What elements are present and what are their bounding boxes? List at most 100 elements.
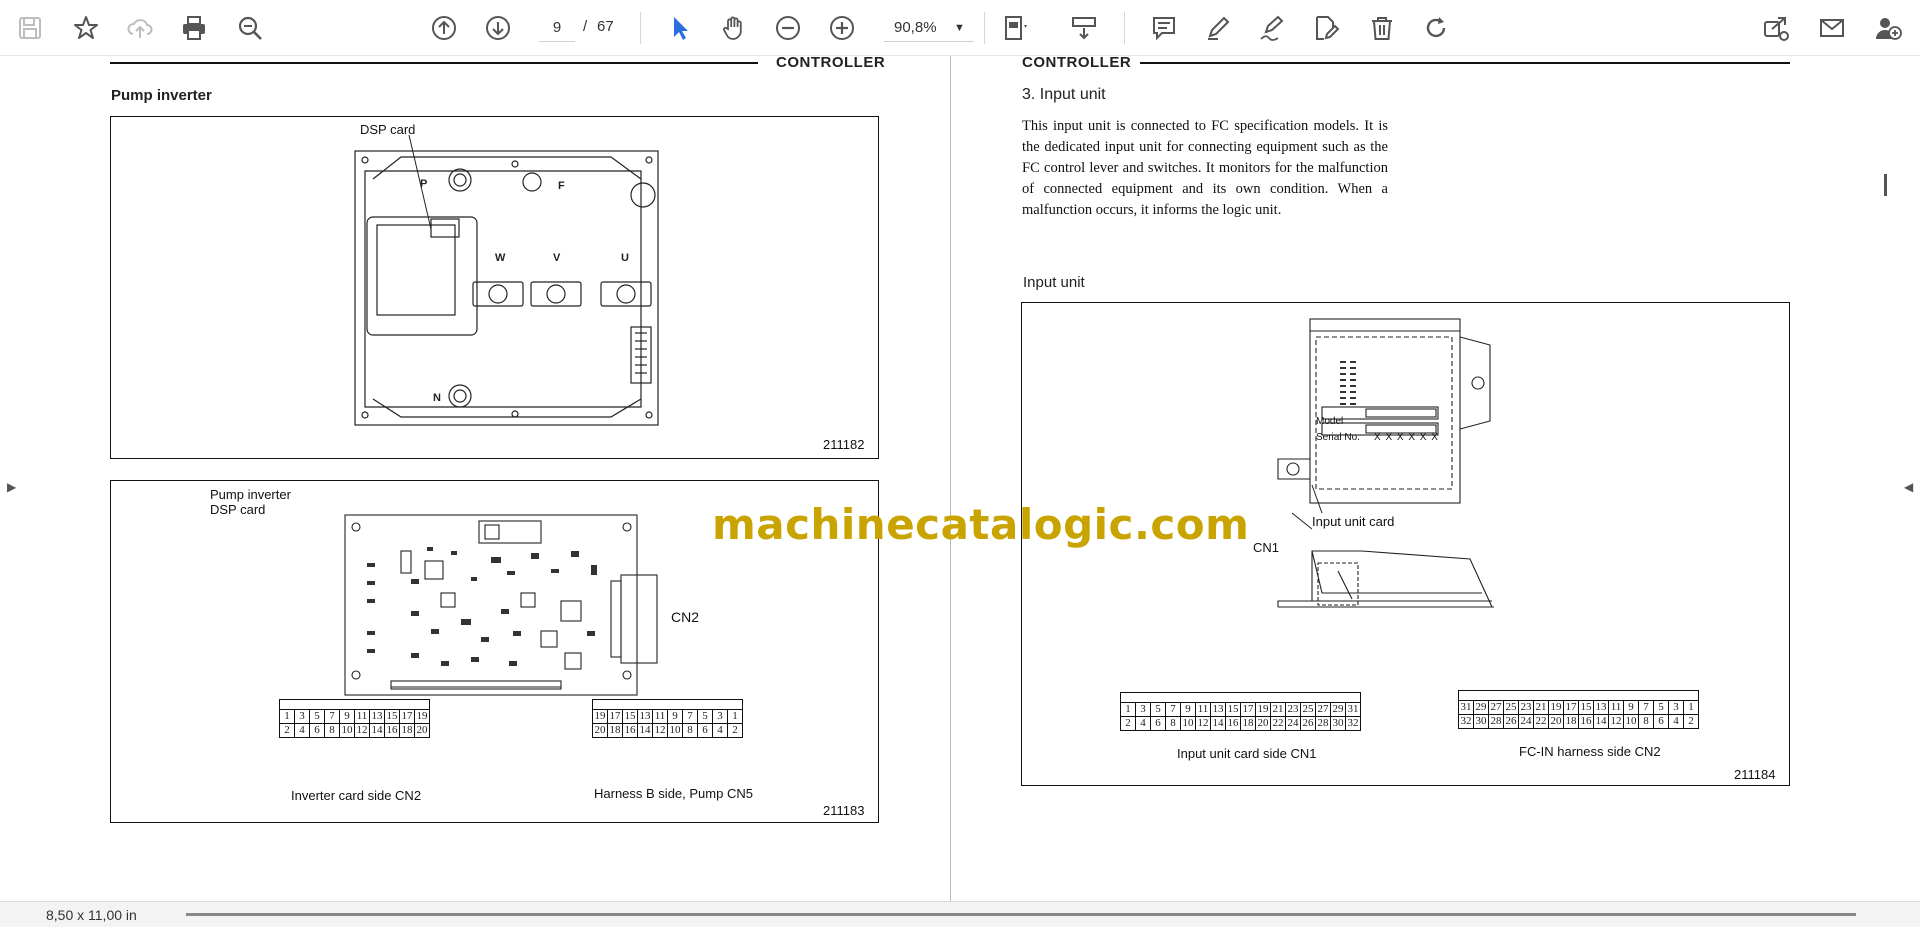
- pin-cell: 4: [712, 723, 728, 738]
- delete-icon[interactable]: [1364, 10, 1400, 46]
- save-icon[interactable]: [12, 10, 48, 46]
- pin-cell: 11: [1195, 702, 1211, 717]
- pin-cell: 23: [1285, 702, 1301, 717]
- pin-cell: 19: [592, 709, 608, 724]
- input-unit-cn1-pin-table: 1 3 5 7 9 11 13 15 17 19 21 23 25 27 29 31 2 4 6 8 10 12 14 16…: [1120, 692, 1361, 731]
- pin-cell: 19: [414, 709, 430, 724]
- pin-cell: 28: [1315, 716, 1331, 731]
- page-up-icon[interactable]: [426, 10, 462, 46]
- cloud-upload-icon[interactable]: [122, 10, 158, 46]
- pin-cell: 9: [667, 709, 683, 724]
- page-down-icon[interactable]: [480, 10, 516, 46]
- pin-cell: 5: [1653, 700, 1669, 715]
- drawing-letter-f: F: [558, 180, 565, 192]
- pin-cell: 18: [1563, 714, 1579, 729]
- pin-cell: 9: [339, 709, 355, 724]
- pin-cell: 14: [1210, 716, 1226, 731]
- pin-cell: 30: [1330, 716, 1346, 731]
- pin-cell: 8: [682, 723, 698, 738]
- drawing-letter-v: V: [553, 252, 561, 264]
- pin-cell: 3: [294, 709, 310, 724]
- pin-cell: 27: [1315, 702, 1331, 717]
- edit-pdf-icon[interactable]: [1308, 10, 1344, 46]
- pin-cell: 1: [1683, 700, 1699, 715]
- zoom-value: 90,8%: [894, 19, 937, 36]
- expand-left-icon[interactable]: ▶: [7, 480, 16, 494]
- zoom-out-search-icon[interactable]: [232, 10, 268, 46]
- pin-cell: 2: [1683, 714, 1699, 729]
- zoom-out-icon[interactable]: [770, 10, 806, 46]
- pin-cell: 4: [294, 723, 310, 738]
- page-divider: [950, 56, 951, 901]
- pin-cell: 12: [652, 723, 668, 738]
- toolbar-divider: [640, 12, 641, 44]
- page-number-input[interactable]: [539, 14, 575, 42]
- pin-cell: 7: [1165, 702, 1181, 717]
- pin-cell: 10: [339, 723, 355, 738]
- pin-cell: 28: [1488, 714, 1504, 729]
- star-icon[interactable]: [68, 10, 104, 46]
- pin-cell: 17: [1240, 702, 1256, 717]
- horizontal-scrollbar[interactable]: [186, 913, 1856, 916]
- pen-icon[interactable]: [1200, 10, 1236, 46]
- pin-cell: 16: [1225, 716, 1241, 731]
- pin-cell: 27: [1488, 700, 1504, 715]
- header-rule: [1140, 62, 1790, 64]
- pin-cell: 5: [1150, 702, 1166, 717]
- pin-cell: 12: [354, 723, 370, 738]
- page-total: 67: [597, 18, 614, 35]
- serial-label: Serial No.: [1316, 432, 1360, 443]
- pin-cell: 6: [309, 723, 325, 738]
- pin-cell: 10: [1180, 716, 1196, 731]
- comment-icon[interactable]: [1146, 10, 1182, 46]
- pin-cell: 21: [1533, 700, 1549, 715]
- pin-cell: 14: [1593, 714, 1609, 729]
- expand-right-icon[interactable]: ◀: [1904, 480, 1913, 494]
- pin-cell: 15: [384, 709, 400, 724]
- pin-cell: 16: [1578, 714, 1594, 729]
- pin-cell: 3: [1135, 702, 1151, 717]
- share-icon[interactable]: [1758, 10, 1794, 46]
- pin-cell: 13: [1210, 702, 1226, 717]
- pin-cell: 18: [1240, 716, 1256, 731]
- status-bar: 8,50 x 11,00 in: [0, 901, 1920, 927]
- pin-cell: 19: [1548, 700, 1564, 715]
- rotate-icon[interactable]: [1418, 10, 1454, 46]
- zoom-select[interactable]: 90,8% ▼: [884, 14, 974, 42]
- pump-inverter-drawing: P F W V U N: [354, 134, 659, 426]
- pin-table-tab: [592, 699, 743, 710]
- pin-cell: 8: [1165, 716, 1181, 731]
- scroll-mode-icon[interactable]: [1066, 10, 1102, 46]
- model-label: Model: [1316, 416, 1344, 427]
- pin-cell: 25: [1503, 700, 1519, 715]
- toolbar-divider: [1124, 12, 1125, 44]
- page-separator: /: [583, 18, 588, 35]
- pin-cell: 16: [622, 723, 638, 738]
- pin-cell: 7: [682, 709, 698, 724]
- pin-cell: 31: [1458, 700, 1474, 715]
- mail-icon[interactable]: [1814, 10, 1850, 46]
- pin-cell: 9: [1180, 702, 1196, 717]
- pointer-icon[interactable]: [662, 10, 698, 46]
- document-viewer[interactable]: ▶ ◀ CONTROLLER Pump inverter P F W V U N…: [0, 54, 1920, 901]
- chevron-down-icon: ▼: [954, 21, 965, 34]
- drawing-letter-p: P: [420, 178, 427, 190]
- fit-page-icon[interactable]: [998, 10, 1034, 46]
- header-rule: [110, 62, 758, 64]
- pin-cell: 7: [1638, 700, 1654, 715]
- input-unit-card-label: Input unit card: [1312, 514, 1395, 529]
- print-icon[interactable]: [176, 10, 212, 46]
- sign-icon[interactable]: [1254, 10, 1290, 46]
- add-user-icon[interactable]: [1870, 10, 1906, 46]
- pin-cell: 17: [607, 709, 623, 724]
- zoom-in-icon[interactable]: [824, 10, 860, 46]
- pin-cell: 20: [414, 723, 430, 738]
- pin-cell: 2: [1120, 716, 1136, 731]
- vertical-scrollbar-thumb[interactable]: [1884, 174, 1887, 196]
- pin-cell: 6: [697, 723, 713, 738]
- cn2-label: CN2: [671, 609, 700, 625]
- hand-icon[interactable]: [716, 10, 752, 46]
- pin-cell: 20: [1255, 716, 1271, 731]
- pin-cell: 13: [369, 709, 385, 724]
- inverter-card-caption: Inverter card side CN2: [291, 788, 422, 803]
